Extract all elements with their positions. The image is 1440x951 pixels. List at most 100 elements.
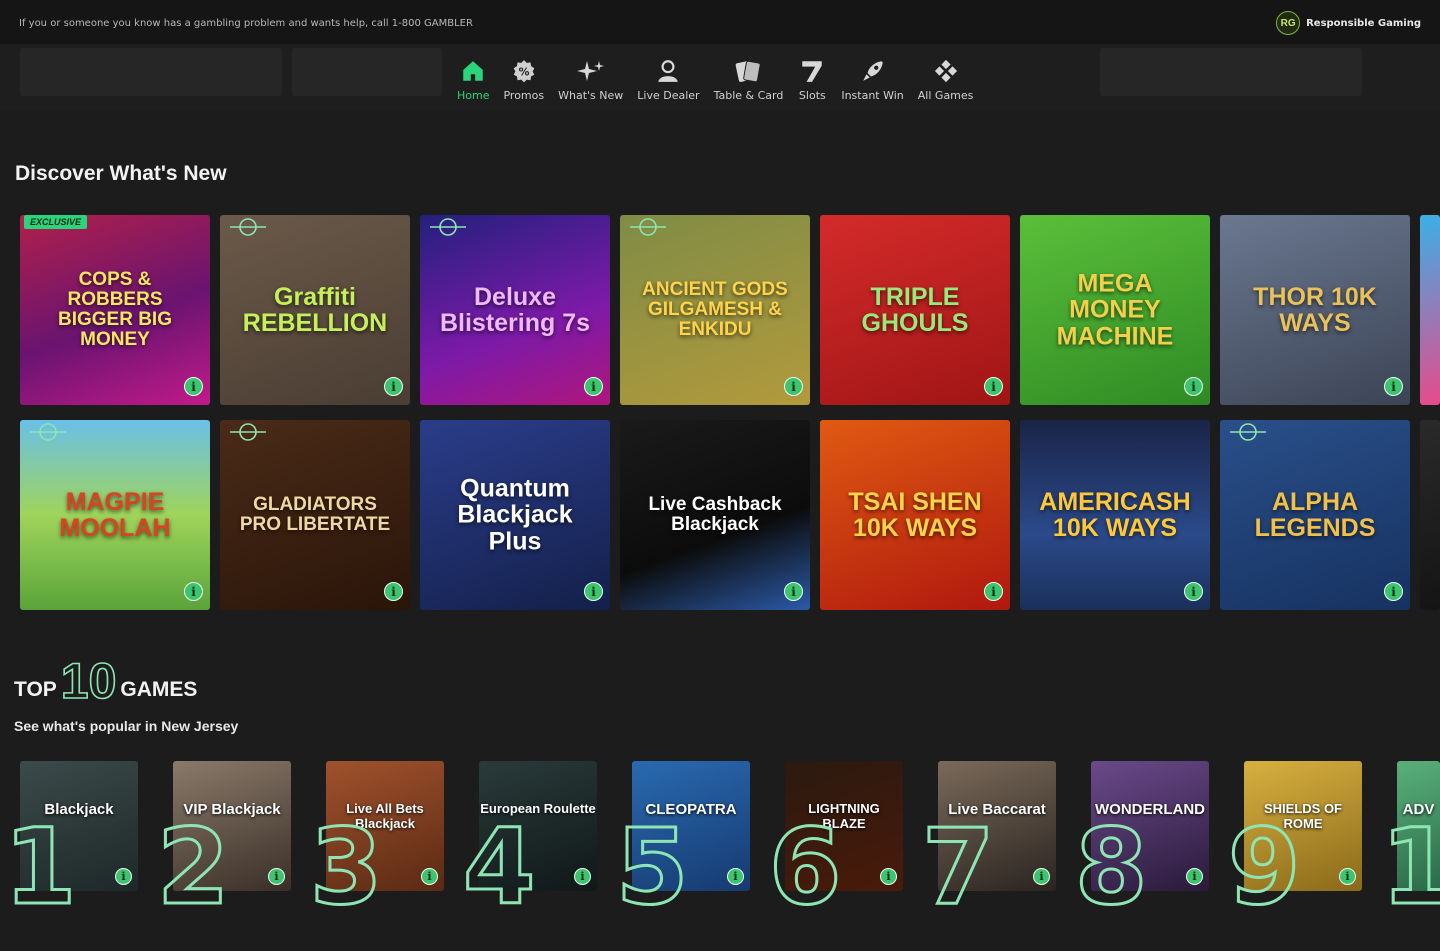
rank-number: 4 [461,806,536,928]
nav-item-label: Slots [798,89,826,102]
nav-item-instant-win[interactable]: Instant Win [834,56,910,102]
info-icon[interactable]: i [184,377,203,396]
game-title: GLADIATORS PRO LIBERTATE [239,494,391,535]
blurred-banner [292,48,442,96]
blurred-banner [20,48,282,96]
nav-item-slots[interactable]: Slots [790,56,834,102]
responsible-gaming-link[interactable]: RG Responsible Gaming [1276,11,1421,35]
top10-top-label: TOP [14,678,57,701]
game-title: COPS & ROBBERS BIGGER BIG MONEY [57,269,172,350]
blurred-banner [1100,48,1362,96]
game-tile[interactable]: ALPHA LEGENDS i [1220,420,1410,610]
home-icon [458,56,488,86]
info-icon[interactable]: i [384,582,403,601]
game-title: MAGPIE MOOLAH [59,487,171,542]
nav-item-label: Instant Win [841,89,904,102]
jackpot-pin-icon [230,422,266,442]
game-title: Deluxe Blistering 7s [439,282,591,337]
info-icon[interactable]: i [574,868,591,885]
game-tile[interactable]: TRIPLE GHOULS i [820,215,1010,405]
nav-item-table-card[interactable]: Table & Card [707,56,791,102]
top10-heading: TOP 10 GAMES [14,653,198,709]
game-title: Live Cashback Blackjack [648,494,782,535]
info-icon[interactable]: i [1339,868,1356,885]
nav-item-label: Table & Card [713,89,784,102]
rank-number: 1 [2,806,77,928]
game-tile[interactable]: TSAI SHEN 10K WAYS i [820,420,1010,610]
nav-item-home[interactable]: Home [450,56,496,102]
percent-icon: % [509,56,539,86]
game-tile[interactable]: THOR 10K WAYS i [1220,215,1410,405]
game-tile-partial[interactable] [1420,420,1440,610]
game-tile[interactable]: ANCIENT GODS GILGAMESH & ENKIDU i [620,215,810,405]
responsible-gaming-label: Responsible Gaming [1306,17,1421,29]
top10-subtitle: See what's popular in New Jersey [14,718,239,734]
rank-number: 7 [920,806,995,928]
info-icon[interactable]: i [784,377,803,396]
info-icon[interactable]: i [1186,868,1203,885]
jackpot-pin-icon [430,217,466,237]
nav-item-what-s-new[interactable]: What's New [551,56,630,102]
game-title: Graffiti REBELLION [242,282,388,337]
nav-item-live-dealer[interactable]: Live Dealer [630,56,706,102]
grid-icon [931,56,961,86]
discover-title: Discover What's New [15,162,227,185]
game-title: AMERICASH 10K WAYS [1039,487,1191,542]
rank-number: 2 [155,806,230,928]
info-icon[interactable]: i [727,868,744,885]
game-title: MEGA MONEY MACHINE [1056,269,1174,351]
rank-number: 6 [767,806,842,928]
nav-item-label: Promos [503,89,545,102]
info-icon[interactable]: i [421,868,438,885]
game-tile[interactable]: EXCLUSIVE COPS & ROBBERS BIGGER BIG MONEY… [20,215,210,405]
game-tile[interactable]: MEGA MONEY MACHINE i [1020,215,1210,405]
info-icon[interactable]: i [184,582,203,601]
top10-number: 10 [60,653,117,709]
seven-icon [797,56,827,86]
nav-item-promos[interactable]: % Promos [496,56,551,102]
game-tile[interactable]: AMERICASH 10K WAYS i [1020,420,1210,610]
info-icon[interactable]: i [1033,868,1050,885]
rank-number: 5 [614,806,689,928]
nav-item-label: All Games [917,89,974,102]
info-icon[interactable]: i [1184,377,1203,396]
game-tile[interactable]: MAGPIE MOOLAH i [20,420,210,610]
nav-item-all-games[interactable]: All Games [911,56,981,102]
rank-number: 3 [308,806,383,928]
jackpot-pin-icon [230,217,266,237]
jackpot-pin-icon [1230,422,1266,442]
game-tile[interactable]: Graffiti REBELLION i [220,215,410,405]
info-icon[interactable]: i [1184,582,1203,601]
rg-badge-icon: RG [1276,11,1301,35]
gambling-warning: If you or someone you know has a gamblin… [19,18,473,29]
jackpot-pin-icon [630,217,666,237]
rank-number: 8 [1073,806,1148,928]
dealer-icon [653,56,683,86]
info-icon[interactable]: i [584,582,603,601]
svg-text:%: % [518,65,529,78]
exclusive-badge: EXCLUSIVE [24,215,88,229]
game-tile[interactable]: GLADIATORS PRO LIBERTATE i [220,420,410,610]
cards-icon [733,56,763,86]
rocket-icon [858,56,888,86]
info-icon[interactable]: i [984,582,1003,601]
info-icon[interactable]: i [584,377,603,396]
nav-item-label: Home [457,89,490,102]
game-title: TRIPLE GHOULS [861,282,969,337]
info-icon[interactable]: i [384,377,403,396]
game-title: TSAI SHEN 10K WAYS [848,487,982,542]
info-icon[interactable]: i [880,868,897,885]
info-icon[interactable]: i [1384,582,1403,601]
game-tile[interactable]: Quantum Blackjack Plus i [420,420,610,610]
game-tile-partial[interactable] [1420,215,1440,405]
game-tile[interactable]: Deluxe Blistering 7s i [420,215,610,405]
game-title: THOR 10K WAYS [1253,282,1377,337]
rank-number: 9 [1226,806,1301,928]
info-icon[interactable]: i [784,582,803,601]
info-icon[interactable]: i [984,377,1003,396]
top10-games-label: GAMES [120,678,198,701]
info-icon[interactable]: i [1384,377,1403,396]
game-tile[interactable]: Live Cashback Blackjack i [620,420,810,610]
info-icon[interactable]: i [115,868,132,885]
info-icon[interactable]: i [268,868,285,885]
